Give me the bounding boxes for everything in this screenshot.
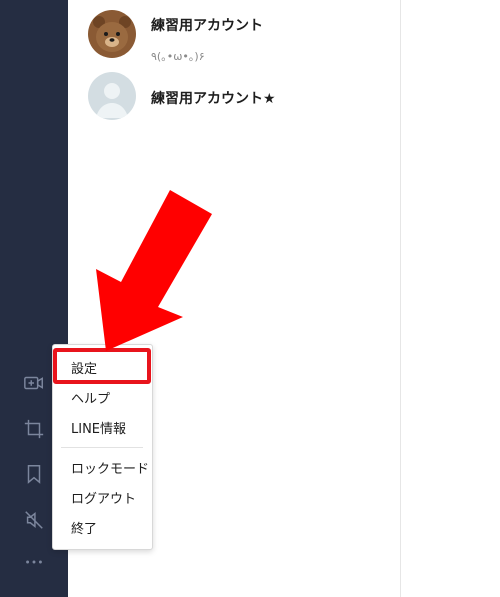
more-icon[interactable] <box>22 550 46 574</box>
chat-pane <box>401 0 500 597</box>
bear-avatar-icon <box>88 10 136 58</box>
friend-item[interactable]: 練習用アカウント★ <box>88 72 388 122</box>
menu-item-lock-mode[interactable]: ロックモード <box>71 458 149 477</box>
menu-item-logout[interactable]: ログアウト <box>71 488 136 507</box>
menu-item-line-info[interactable]: LINE情報 <box>71 418 126 437</box>
highlight-box <box>53 348 151 384</box>
mute-icon[interactable] <box>22 508 46 532</box>
menu-item-quit[interactable]: 終了 <box>71 518 97 537</box>
friend-name: 練習用アカウント★ <box>151 91 276 107</box>
friend-status: ٩(｡•ω•｡)۶ <box>151 50 205 63</box>
menu-divider <box>61 447 143 448</box>
bookmark-icon[interactable] <box>22 462 46 486</box>
menu-item-help[interactable]: ヘルプ <box>71 388 110 407</box>
friend-name: 練習用アカウント <box>151 18 263 34</box>
friend-item[interactable]: 練習用アカウント ٩(｡•ω•｡)۶ <box>88 10 388 63</box>
default-avatar-icon <box>88 72 136 120</box>
video-call-add-icon[interactable] <box>22 371 46 395</box>
crop-icon[interactable] <box>22 417 46 441</box>
